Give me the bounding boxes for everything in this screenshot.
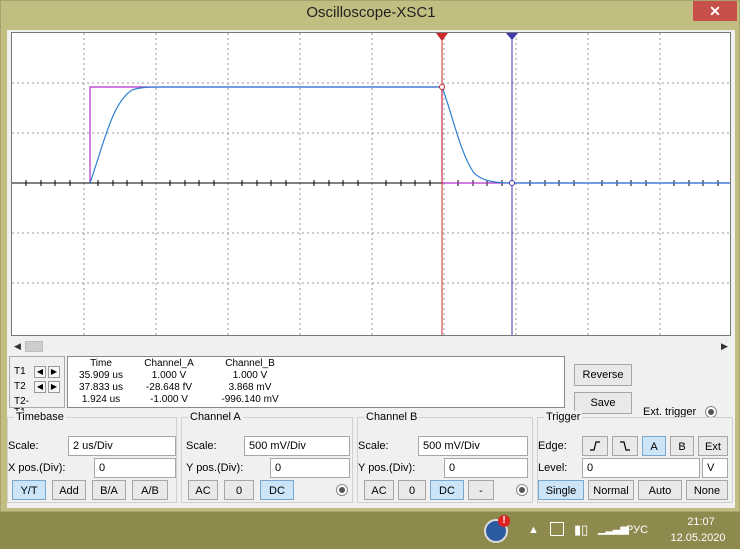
trigger-edge-label: Edge: — [538, 440, 567, 452]
channel-b-ypos-label: Y pos.(Div): — [358, 462, 416, 474]
flag-icon[interactable] — [550, 522, 564, 536]
alert-icon: ! — [498, 515, 510, 527]
t1-left-icon[interactable]: ◀ — [34, 366, 46, 378]
measurement-readout: Time Channel_A Channel_B 35.909 us 1.000… — [67, 356, 565, 408]
channel-b-title: Channel B — [364, 411, 420, 423]
signal-icon[interactable]: ▁▂▃▅ — [598, 522, 629, 535]
battery-icon[interactable]: ▮▯ — [574, 522, 588, 538]
readout-row-t1: 35.909 us 1.000 V 1.000 V — [72, 369, 292, 381]
clock-time[interactable]: 21:07 — [676, 516, 726, 528]
readout-header: Time Channel_A Channel_B — [72, 357, 292, 369]
readout-cell: 1.000 V — [151, 369, 187, 381]
cursor-t2-point — [509, 180, 515, 186]
readout-header-a: Channel_A — [144, 357, 194, 369]
falling-edge-icon[interactable] — [612, 436, 638, 456]
trigger-single-button[interactable]: Single — [538, 480, 584, 500]
channel-a-radio[interactable] — [336, 484, 348, 496]
mode-ba-button[interactable]: B/A — [92, 480, 126, 500]
readout-cell: -28.648 fV — [145, 381, 193, 393]
timebase-xpos-label: X pos.(Div): — [8, 462, 66, 474]
trigger-none-button[interactable]: None — [686, 480, 728, 500]
trigger-title: Trigger — [544, 411, 583, 423]
cursor-controls: T1 ◀ ▶ T2 ◀ ▶ T2-T1 — [9, 356, 65, 418]
trigger-group: Trigger Edge: A B Ext Level: 0 V Single … — [537, 411, 733, 503]
mode-yt-button[interactable]: Y/T — [12, 480, 46, 500]
channel-a-trace — [89, 86, 730, 184]
cursor-t1-handle — [436, 33, 448, 41]
app-tray-icon[interactable]: ! — [484, 515, 510, 543]
scope-grid — [12, 33, 730, 335]
readout-table: Time Channel_A Channel_B 35.909 us 1.000… — [72, 357, 292, 405]
taskbar: ! ▲ ▮▯ ▁▂▃▅ РУС 21:07 12.05.2020 — [0, 512, 740, 549]
cursor-t2-label: T2 — [14, 381, 26, 392]
language-indicator[interactable]: РУС — [626, 524, 648, 536]
timebase-group: Timebase Scale: 2 us/Div X pos.(Div): 0 … — [7, 411, 177, 503]
scroll-thumb[interactable] — [25, 341, 43, 352]
reverse-button[interactable]: Reverse — [574, 364, 632, 386]
trigger-level-label: Level: — [538, 462, 568, 474]
channel-b-ypos-field[interactable]: 0 — [444, 458, 528, 478]
readout-cell: 37.833 us — [79, 381, 123, 393]
mode-ab-button[interactable]: A/B — [132, 480, 168, 500]
cursor-t1-label: T1 — [14, 366, 26, 377]
channel-a-zero-button[interactable]: 0 — [224, 480, 254, 500]
timebase-scale-label: Scale: — [8, 440, 39, 452]
readout-cell: 35.909 us — [79, 369, 123, 381]
scroll-right-icon[interactable]: ▶ — [718, 340, 731, 353]
scroll-left-icon[interactable]: ◀ — [11, 340, 24, 353]
window-client: ◀ ▶ T1 ◀ ▶ T2 ◀ ▶ T2-T1 Time — [7, 30, 735, 508]
trigger-level-unit[interactable]: V — [702, 458, 728, 478]
rising-edge-icon[interactable] — [582, 436, 608, 456]
channel-a-ac-button[interactable]: AC — [188, 480, 218, 500]
readout-header-time: Time — [90, 357, 112, 369]
readout-cell: 1.000 V — [232, 369, 268, 381]
trigger-auto-button[interactable]: Auto — [638, 480, 682, 500]
channel-a-group: Channel A Scale: 500 mV/Div Y pos.(Div):… — [181, 411, 353, 503]
channel-b-zero-button[interactable]: 0 — [398, 480, 426, 500]
channel-a-scale-field[interactable]: 500 mV/Div — [244, 436, 350, 456]
readout-row-t2: 37.833 us -28.648 fV 3.868 mV — [72, 381, 292, 393]
cursor-t1-point — [439, 84, 445, 90]
readout-row-delta: 1.924 us -1.000 V -996.140 mV — [72, 393, 292, 405]
timebase-title: Timebase — [14, 411, 66, 423]
timebase-xpos-field[interactable]: 0 — [94, 458, 176, 478]
t2-left-icon[interactable]: ◀ — [34, 381, 46, 393]
oscilloscope-window: Oscilloscope-XSC1 ✕ ◀ ▶ T1 ◀ ▶ T2 ◀ ▶ T2… — [0, 0, 740, 512]
trigger-level-field[interactable]: 0 — [582, 458, 700, 478]
t1-right-icon[interactable]: ▶ — [48, 366, 60, 378]
scope-display[interactable] — [11, 32, 731, 336]
timebase-scale-field[interactable]: 2 us/Div — [68, 436, 176, 456]
trigger-source-ext-button[interactable]: Ext — [698, 436, 728, 456]
channel-b-scale-label: Scale: — [358, 440, 389, 452]
save-button[interactable]: Save — [574, 392, 632, 414]
channel-b-trace — [89, 86, 730, 184]
channel-b-invert-button[interactable]: - — [468, 480, 494, 500]
channel-b-radio[interactable] — [516, 484, 528, 496]
trigger-normal-button[interactable]: Normal — [588, 480, 634, 500]
close-button[interactable]: ✕ — [693, 1, 737, 21]
horizontal-scrollbar[interactable]: ◀ ▶ — [11, 340, 731, 353]
trigger-source-a-button[interactable]: A — [642, 436, 666, 456]
tray-expand-icon[interactable]: ▲ — [528, 524, 539, 536]
channel-b-dc-button[interactable]: DC — [430, 480, 464, 500]
channel-a-title: Channel A — [188, 411, 243, 423]
trigger-source-b-button[interactable]: B — [670, 436, 694, 456]
readout-header-b: Channel_B — [225, 357, 275, 369]
channel-a-ypos-field[interactable]: 0 — [270, 458, 350, 478]
readout-cell: 1.924 us — [81, 393, 121, 405]
channel-a-scale-label: Scale: — [186, 440, 217, 452]
channel-b-group: Channel B Scale: 500 mV/Div Y pos.(Div):… — [357, 411, 533, 503]
clock-date[interactable]: 12.05.2020 — [666, 532, 730, 544]
readout-cell: -996.140 mV — [221, 393, 279, 405]
channel-b-ac-button[interactable]: AC — [364, 480, 394, 500]
channel-a-ypos-label: Y pos.(Div): — [186, 462, 244, 474]
readout-cell: 3.868 mV — [228, 381, 272, 393]
title-bar[interactable]: Oscilloscope-XSC1 ✕ — [1, 1, 740, 29]
channel-a-dc-button[interactable]: DC — [260, 480, 294, 500]
t2-right-icon[interactable]: ▶ — [48, 381, 60, 393]
readout-cell: -1.000 V — [150, 393, 188, 405]
window-title: Oscilloscope-XSC1 — [306, 4, 436, 21]
mode-add-button[interactable]: Add — [52, 480, 86, 500]
channel-b-scale-field[interactable]: 500 mV/Div — [418, 436, 528, 456]
